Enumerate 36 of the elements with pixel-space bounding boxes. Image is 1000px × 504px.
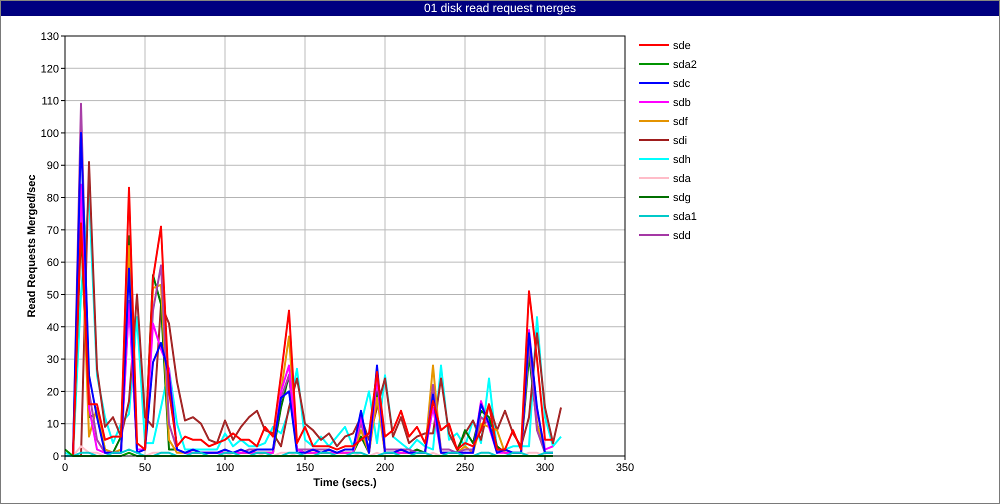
legend-label: sdi xyxy=(673,135,688,147)
axis-tick-label: 250 xyxy=(456,462,474,474)
legend-label: sda1 xyxy=(673,211,697,223)
axis-tick-label: 70 xyxy=(46,224,59,237)
axis-tick-label: 0 xyxy=(52,451,59,463)
axis-tick-label: 100 xyxy=(40,128,59,140)
axis-tick-label: 20 xyxy=(46,386,59,398)
y-axis-title: Read Requests Merged/sec xyxy=(26,174,38,318)
legend-label: sdh xyxy=(673,154,691,166)
axis-tick-label: 60 xyxy=(46,257,59,270)
axis-tick-label: 80 xyxy=(46,192,59,205)
axis-tick-label: 200 xyxy=(376,462,394,474)
axis-tick-label: 90 xyxy=(46,160,59,172)
legend-label: sda2 xyxy=(673,59,697,71)
legend-label: sdc xyxy=(673,78,690,90)
axis-tick-label: 100 xyxy=(216,462,234,474)
window-title: 01 disk read request merges xyxy=(424,1,576,16)
legend-label: sda xyxy=(673,173,691,185)
axis-tick-label: 110 xyxy=(41,96,59,108)
legend-label: sdf xyxy=(673,116,688,128)
legend-label: sdb xyxy=(673,97,691,109)
axis-tick-label: 300 xyxy=(536,462,554,474)
axis-tick-label: 120 xyxy=(40,63,59,76)
axis-tick-label: 50 xyxy=(138,462,152,474)
x-axis-title: Time (secs.) xyxy=(313,477,377,489)
axis-tick-label: 10 xyxy=(46,418,59,431)
legend-label: sdg xyxy=(673,192,691,204)
axis-tick-label: 350 xyxy=(616,462,634,474)
axis-tick-label: 130 xyxy=(40,31,59,43)
legend-label: sde xyxy=(673,40,691,52)
axis-tick-label: 150 xyxy=(296,462,314,474)
axis-tick-label: 0 xyxy=(62,462,68,474)
legend-label: sdd xyxy=(673,230,691,242)
axis-tick-label: 30 xyxy=(46,354,59,366)
axis-tick-label: 50 xyxy=(46,289,59,302)
axis-tick-label: 40 xyxy=(46,322,59,334)
